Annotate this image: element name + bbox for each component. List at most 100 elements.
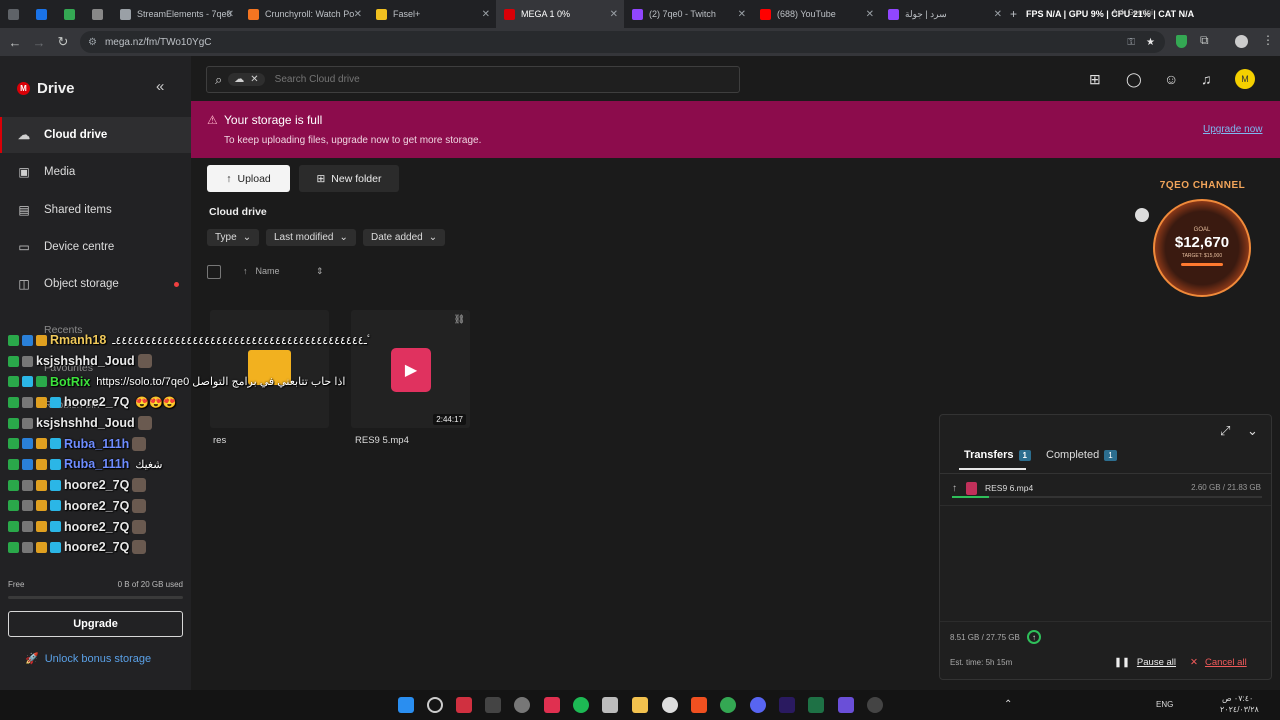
expand-icon[interactable]: ⤢ [1220,423,1230,439]
browser-menu-icon[interactable]: ⋮ [1262,33,1274,47]
tab-pinned-2[interactable] [28,0,56,28]
tab-close-icon[interactable]: ✕ [482,9,490,20]
extension-shield-icon[interactable] [1176,35,1187,48]
chat-emote-icon [132,519,147,534]
sidebar-item-object-storage[interactable]: ◫ Object storage [0,266,191,302]
file-explorer-icon[interactable] [632,697,648,713]
sidebar-item-cloud-drive[interactable]: ☁ Cloud drive [0,117,191,153]
collapse-sidebar-icon[interactable]: « [156,78,164,95]
clock-time[interactable]: ٠٧:٤٠ ص [1222,694,1253,703]
tab-pinned-4[interactable] [84,0,112,28]
chat-username: BotRix [50,374,91,389]
upgrade-button[interactable]: Upgrade [8,611,183,637]
sidebar-item-media[interactable]: ▣ Media [0,154,191,190]
sidebar-item-shared-items[interactable]: ▤ Shared items [0,192,191,228]
start-menu-icon[interactable] [398,697,414,713]
tab-crunchyroll[interactable]: Crunchyroll: Watch Po ✕ [240,0,368,28]
reload-icon[interactable]: ↻ [51,34,75,50]
app-icon[interactable] [602,697,618,713]
app-icon[interactable] [544,697,560,713]
notifications-bell-icon[interactable]: ♫ [1201,71,1212,87]
tab-pinned-1[interactable] [0,0,28,28]
chat-icon[interactable]: ◯ [1126,71,1142,88]
excel-icon[interactable] [808,697,824,713]
tab-fasel[interactable]: Fasel+ ✕ [368,0,496,28]
bookmark-star-icon[interactable]: ★ [1146,37,1155,48]
app-icon[interactable] [485,697,501,713]
app-icon[interactable] [662,697,678,713]
tab-close-icon[interactable]: ✕ [610,9,618,20]
select-all-checkbox[interactable] [207,265,221,279]
scope-chip[interactable]: ☁ ✕ [228,73,265,86]
tab-label: سرد | جولة [905,8,947,19]
tab-completed[interactable]: Completed 1 [1046,449,1117,461]
cancel-all-button[interactable]: ✕ Cancel all [1190,657,1247,668]
apps-grid-icon[interactable]: ⊞ [1089,71,1101,88]
file-card-video[interactable]: ⛓ ▶ 2:44:17 [351,310,470,428]
app-icon[interactable] [867,697,883,713]
ask-gemini-label[interactable]: Ask Gemini [1112,8,1153,17]
search-icon[interactable] [427,697,443,713]
site-info-icon[interactable]: ⚙ [88,37,97,48]
forward-icon[interactable]: → [27,35,51,50]
language-indicator[interactable]: ENG [1156,700,1173,709]
tab-close-icon[interactable]: ✕ [994,9,1002,20]
tab-pinned-3[interactable] [56,0,84,28]
name-sort-header[interactable]: ↑ Name [243,266,280,276]
breadcrumb[interactable]: Cloud drive [209,206,267,218]
link-icon[interactable]: ⛓ [454,314,465,325]
app-icon[interactable] [456,697,472,713]
target-label: TARGET: $15,000 [1181,253,1223,259]
spotify-icon[interactable] [573,697,589,713]
chat-badge-icon [36,500,47,512]
clear-scope-icon[interactable]: ✕ [250,74,258,85]
transfer-row[interactable]: ↑ RES9 6.mp4 2.60 GB / 21.83 GB [950,481,1266,505]
contacts-icon[interactable]: ☺ [1164,71,1178,87]
tab-close-icon[interactable]: ✕ [738,9,746,20]
tab-close-icon[interactable]: ✕ [226,9,234,20]
premiere-icon[interactable] [779,697,795,713]
settings-gear-icon[interactable] [514,697,530,713]
search-bar[interactable]: ⌕ ☁ ✕ [206,66,740,93]
clock-date[interactable]: ٢٠٢٤/٠٣/٢٨ [1220,705,1259,714]
storage-usage-row: Free 0 B of 20 GB used [8,580,183,589]
app-icon[interactable] [838,697,854,713]
brave-icon[interactable] [691,697,707,713]
tab-twitch[interactable]: (2) 7qe0 - Twitch ✕ [624,0,752,28]
sidebar-item-device-centre[interactable]: ▭ Device centre [0,229,191,265]
tab-mega[interactable]: MEGA 1 0% ✕ [496,0,624,28]
tab-youtube[interactable]: (688) YouTube ✕ [752,0,880,28]
key-icon[interactable]: ⚿ [1127,37,1135,48]
tab-label: Transfers [964,449,1014,461]
upload-button[interactable]: ↑ Upload [207,165,290,192]
filter-date-added[interactable]: Date added ⌄ [363,229,446,246]
upgrade-now-link[interactable]: Upgrade now [1203,124,1262,135]
tab-twitch-2[interactable]: سرد | جولة ✕ [880,0,1008,28]
tab-favicon [504,8,515,20]
tab-streamelements[interactable]: StreamElements - 7qe0 ✕ [112,0,240,28]
chat-badge-icon [8,334,19,346]
brand[interactable]: M Drive [17,80,75,97]
new-tab-button[interactable]: + [1008,0,1024,28]
tab-transfers[interactable]: Transfers 1 [964,449,1031,461]
discord-icon[interactable] [750,697,766,713]
chat-message: hoore2_7Q [8,537,368,558]
pause-all-button[interactable]: ❚❚ Pause all [1114,657,1176,668]
tab-close-icon[interactable]: ✕ [354,9,362,20]
filter-type[interactable]: Type ⌄ [207,229,260,246]
back-icon[interactable]: ← [3,35,27,50]
sort-toggle-icon[interactable]: ⇕ [316,266,324,277]
user-avatar[interactable]: M [1235,69,1255,89]
chevron-down-icon[interactable]: ⌄ [1247,423,1258,439]
chat-emote-icon [137,354,152,369]
filter-last-modified[interactable]: Last modified ⌄ [266,229,356,246]
extensions-icon[interactable]: ⧉ [1200,33,1209,48]
unlock-bonus-link[interactable]: 🚀 Unlock bonus storage [25,652,151,666]
url-field[interactable]: ⚙ mega.nz/fm/TWo10YgC ⚿ ★ [80,31,1165,53]
search-input[interactable] [274,74,675,85]
new-folder-button[interactable]: ⊞ New folder [299,165,399,192]
chrome-icon[interactable] [720,697,736,713]
tray-chevron-icon[interactable]: ⌃ [1004,699,1012,710]
tab-close-icon[interactable]: ✕ [866,9,874,20]
profile-avatar[interactable] [1235,35,1248,48]
